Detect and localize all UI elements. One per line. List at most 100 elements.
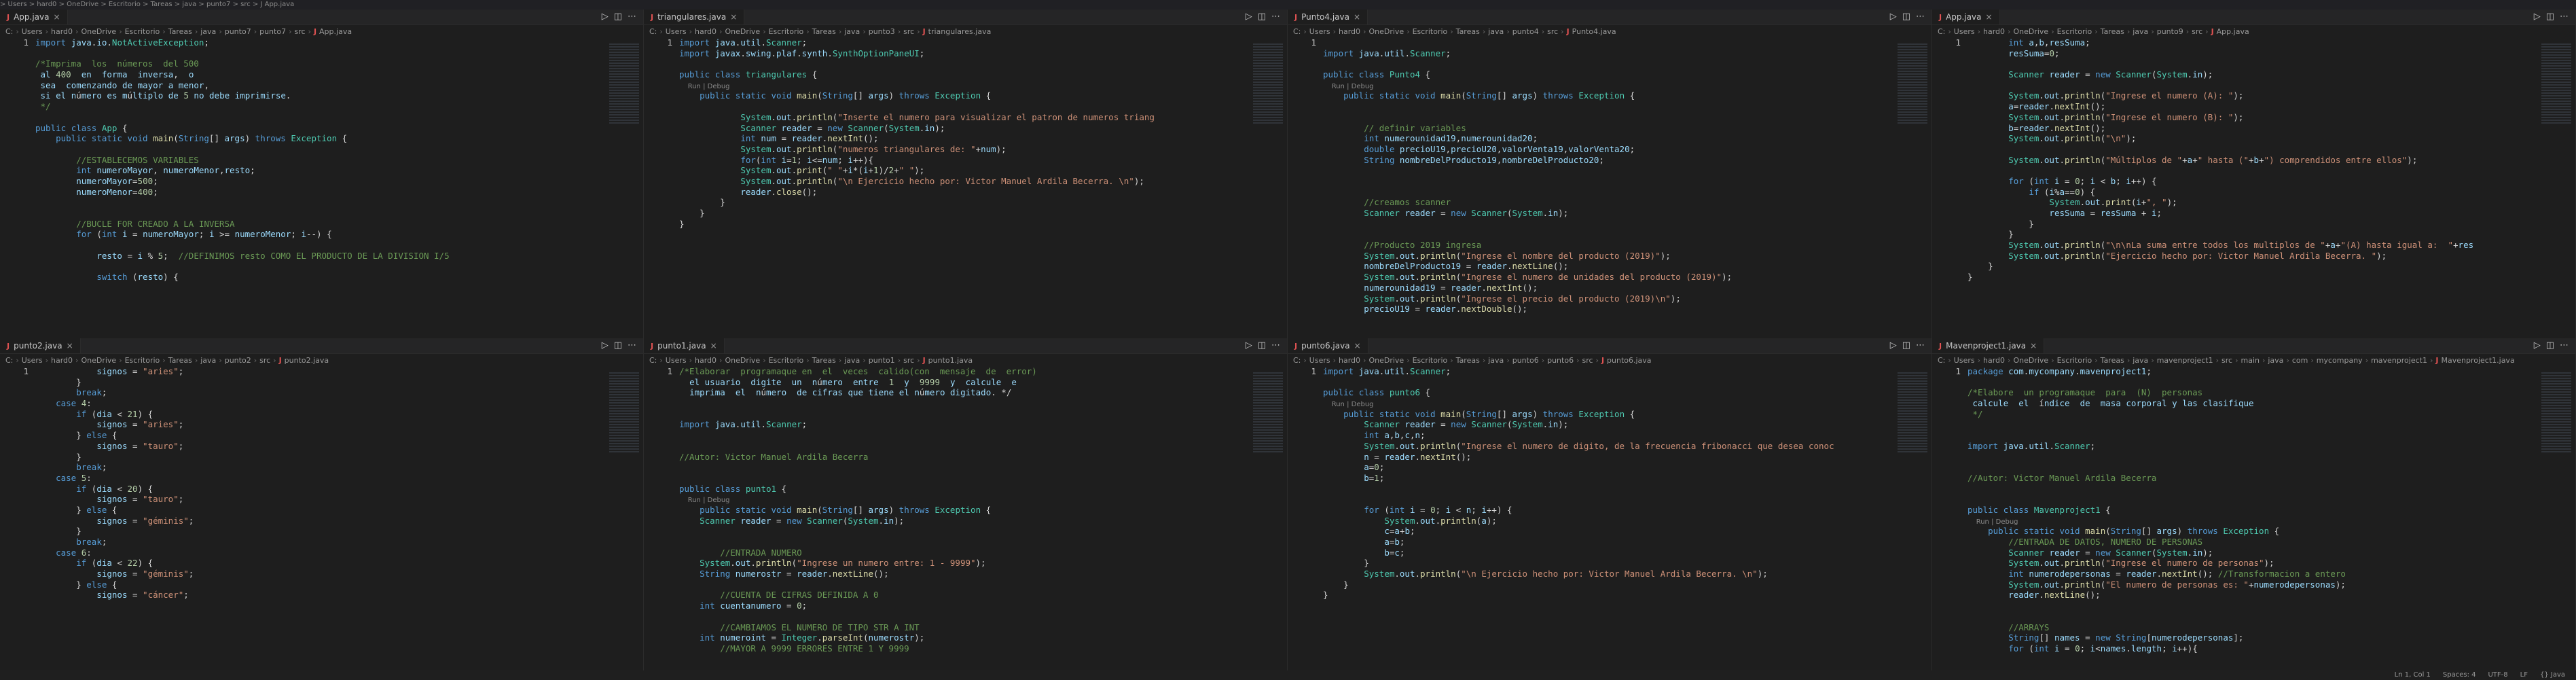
code-line[interactable]: } — [1323, 579, 1931, 590]
run-icon[interactable]: ▷ — [602, 340, 609, 351]
code-line[interactable]: System.out.println("Ingrese el numero (B… — [1967, 112, 2575, 123]
code-line[interactable]: double precioU19,precioU20,valorVenta19,… — [1323, 144, 1931, 155]
breadcrumb-item[interactable]: Tareas — [1456, 356, 1480, 365]
breadcrumb-item[interactable]: mycompany — [2317, 356, 2363, 365]
code-line[interactable] — [679, 462, 1287, 473]
code-line[interactable] — [1967, 494, 2575, 505]
status-language[interactable]: {} Java — [2540, 670, 2565, 680]
code-line[interactable]: si el número es múltiplo de 5 no debe im… — [35, 90, 643, 101]
code-line[interactable]: /*Elaborar programaque en el veces calid… — [679, 366, 1287, 377]
breadcrumb-item[interactable]: C: — [1293, 27, 1301, 36]
code-line[interactable]: // definir variables — [1323, 123, 1931, 134]
code-line[interactable] — [679, 473, 1287, 484]
code-line[interactable]: public class Mavenproject1 { — [1967, 505, 2575, 516]
code-line[interactable]: //Producto 2019 ingresa — [1323, 240, 1931, 251]
breadcrumb-item[interactable]: java — [200, 27, 216, 36]
code-line[interactable]: Run | Debug — [679, 494, 1287, 505]
code-line[interactable] — [1967, 144, 2575, 155]
breadcrumb-item[interactable]: C: — [1938, 27, 1945, 36]
editor-pane-app-java[interactable]: J App.java × ▷ ◫ ⋯ C: › Users › hard0 › OneDrive › Esc… — [0, 10, 644, 338]
breadcrumb-item[interactable]: punto7 — [259, 27, 286, 36]
code-line[interactable]: System.out.println(a); — [1323, 516, 1931, 526]
code-line[interactable]: import java.util.Scanner; — [1967, 441, 2575, 452]
code-line[interactable]: } else { — [35, 430, 643, 441]
breadcrumb-item[interactable]: punto1.java — [928, 356, 973, 365]
editor-tab[interactable]: J Mavenproject1.java × — [1932, 338, 2045, 353]
breadcrumb-item[interactable]: OneDrive — [1368, 356, 1404, 365]
editor-pane-app-java-punto9[interactable]: J App.java × ▷ ◫ ⋯ C: › Users › hard0 › OneDrive › Esc… — [1932, 10, 2576, 338]
breadcrumb-item[interactable]: C: — [1938, 356, 1945, 365]
breadcrumb-item[interactable]: java — [844, 27, 860, 36]
more-actions-icon[interactable]: ⋯ — [1916, 340, 1925, 351]
code-line[interactable]: public static void main(String[] args) t… — [1323, 90, 1931, 101]
breadcrumb-item[interactable]: App.java — [319, 27, 352, 36]
split-editor-icon[interactable]: ◫ — [614, 12, 622, 22]
editor-tab[interactable]: J Punto4.java × — [1288, 10, 1368, 24]
code-line[interactable] — [1323, 58, 1931, 69]
code-line[interactable] — [1323, 165, 1931, 176]
editor-tab[interactable]: Jpunto1.java × — [644, 338, 725, 353]
code-line[interactable] — [679, 611, 1287, 622]
code-line[interactable]: //ESTABLECEMOS VARIABLES — [35, 155, 643, 166]
breadcrumb-item[interactable]: Users — [22, 27, 43, 36]
code-line[interactable]: for (int i = numeroMayor; i >= numeroMen… — [35, 229, 643, 240]
breadcrumb-item[interactable]: Tareas — [168, 27, 192, 36]
code-line[interactable]: public static void main(String[] args) t… — [679, 505, 1287, 516]
editor-pane-punto2-java[interactable]: Jpunto2.java × ▷ ◫ ⋯ C: › Users › hard0 › OneDrive ›… — [0, 338, 644, 670]
breadcrumb-item[interactable]: OneDrive — [1368, 27, 1404, 36]
code-line[interactable]: System.out.println("Ejercicio hecho por:… — [1967, 251, 2575, 262]
code-line[interactable]: //CAMBIAMOS EL NUMERO DE TIPO STR A INT — [679, 622, 1287, 633]
close-icon[interactable]: × — [2030, 341, 2037, 351]
code-line[interactable]: case 4: — [35, 398, 643, 409]
code-line[interactable] — [679, 526, 1287, 537]
code-line[interactable] — [35, 208, 643, 219]
editor-tab[interactable]: Jpunto6.java × — [1288, 338, 1368, 353]
code-line[interactable]: System.out.println("Ingrese el numero de… — [1323, 441, 1931, 452]
code-line[interactable]: */ — [1967, 409, 2575, 420]
editor-tab[interactable]: J App.java × — [0, 10, 68, 24]
code-text[interactable]: import java.util.Scanner; public class P… — [1323, 37, 1931, 315]
code-line[interactable]: signos = "aries"; — [35, 419, 643, 430]
breadcrumb-item[interactable]: Escritorio — [2057, 356, 2092, 365]
code-line[interactable] — [1323, 112, 1931, 123]
code-line[interactable]: } — [1323, 558, 1931, 569]
code-line[interactable] — [1967, 430, 2575, 441]
breadcrumb-item[interactable]: mavenproject1 — [2157, 356, 2213, 365]
code-editor[interactable]: 1 import java.util.Scanner; public class… — [1288, 37, 1931, 315]
breadcrumb-item[interactable]: hard0 — [695, 27, 716, 36]
editor-pane-punto1-java[interactable]: Jpunto1.java × ▷ ◫ ⋯ C: › Users › hard0 › OneDrive ›… — [644, 338, 1288, 670]
code-line[interactable] — [1967, 377, 2575, 388]
code-line[interactable]: System.out.print(i+", "); — [1967, 197, 2575, 208]
code-line[interactable]: a=b; — [1323, 537, 1931, 548]
code-line[interactable]: System.out.println("\n"); — [1967, 133, 2575, 144]
breadcrumb-item[interactable]: C: — [5, 356, 13, 365]
code-line[interactable] — [1967, 452, 2575, 463]
code-line[interactable]: b=c; — [1323, 548, 1931, 558]
code-line[interactable]: } — [679, 219, 1287, 230]
breadcrumb-item[interactable]: C: — [1293, 356, 1301, 365]
code-line[interactable] — [1967, 611, 2575, 622]
breadcrumb-item[interactable]: Escritorio — [125, 27, 160, 36]
split-editor-icon[interactable]: ◫ — [614, 340, 622, 351]
code-line[interactable] — [35, 144, 643, 155]
more-actions-icon[interactable]: ⋯ — [2560, 340, 2569, 351]
code-line[interactable]: signos = "géminis"; — [35, 516, 643, 526]
breadcrumb-item[interactable]: main — [2241, 356, 2259, 365]
code-line[interactable]: a=0; — [1323, 462, 1931, 473]
code-line[interactable]: case 6: — [35, 548, 643, 558]
breadcrumb-item[interactable]: triangulares.java — [928, 27, 992, 36]
code-line[interactable]: } else { — [35, 505, 643, 516]
code-line[interactable]: int num = reader.nextInt(); — [679, 133, 1287, 144]
code-line[interactable] — [679, 537, 1287, 548]
code-line[interactable]: //creamos scanner — [1323, 197, 1931, 208]
code-text[interactable]: signos = "aries"; } break; case 4: if (d… — [35, 366, 643, 601]
code-line[interactable] — [1323, 494, 1931, 505]
breadcrumb-item[interactable]: Users — [1954, 27, 1975, 36]
breadcrumb-item[interactable]: src — [259, 356, 270, 365]
breadcrumb-item[interactable]: src — [1582, 356, 1593, 365]
code-line[interactable]: public static void main(String[] args) t… — [679, 90, 1287, 101]
code-line[interactable]: break; — [35, 537, 643, 548]
code-line[interactable] — [679, 101, 1287, 112]
code-line[interactable]: imprima el número de cifras que tiene el… — [679, 387, 1287, 398]
code-line[interactable] — [1967, 80, 2575, 91]
